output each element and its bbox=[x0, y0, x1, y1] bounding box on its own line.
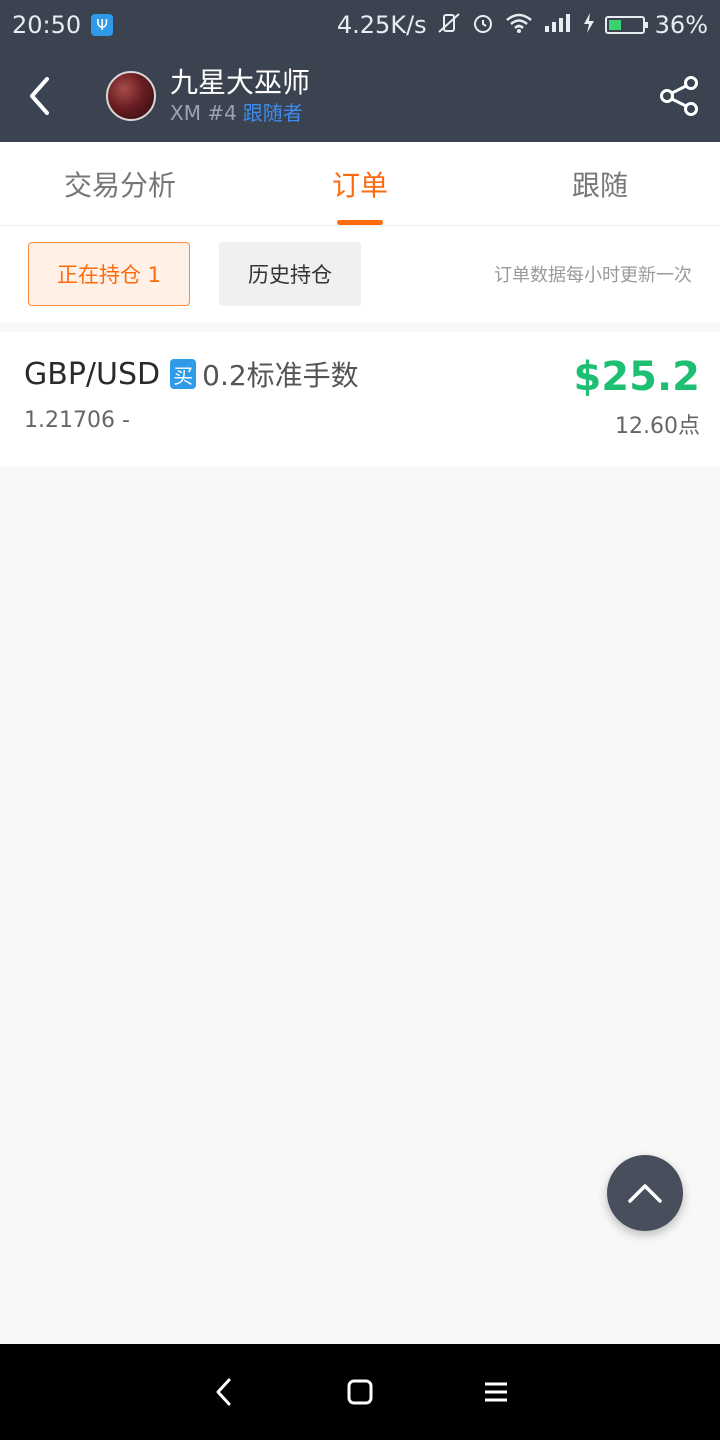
follower-link[interactable]: 跟随者 bbox=[243, 101, 303, 125]
trader-info: 九星大巫师 XM #4 跟随者 bbox=[170, 66, 310, 126]
page-title: 九星大巫师 bbox=[170, 66, 311, 99]
position-filter-bar: 正在持仓 1 历史持仓 订单数据每小时更新一次 bbox=[0, 226, 720, 322]
header: 九星大巫师 XM #4 跟随者 bbox=[0, 50, 720, 142]
tab-orders[interactable]: 订单 bbox=[240, 142, 480, 225]
chevron-up-icon bbox=[628, 1184, 662, 1203]
network-speed: 4.25K/s bbox=[336, 11, 427, 39]
chevron-left-icon bbox=[30, 77, 49, 115]
vibrate-off-icon bbox=[437, 12, 461, 39]
top-bar: 20:50 Ψ 4.25K/s 36% 九星大巫师 XM #4 跟随者 bbox=[0, 0, 720, 142]
order-header: GBP/USD 买 0.2标准手数 bbox=[24, 354, 359, 394]
update-note: 订单数据每小时更新一次 bbox=[494, 265, 692, 286]
alarm-icon bbox=[471, 11, 495, 40]
broker-label: XM #4 bbox=[170, 101, 237, 125]
open-positions-button[interactable]: 正在持仓 1 bbox=[28, 242, 190, 306]
status-time: 20:50 bbox=[12, 11, 82, 39]
scroll-top-button[interactable] bbox=[607, 1155, 683, 1231]
status-bar: 20:50 Ψ 4.25K/s 36% bbox=[0, 0, 720, 50]
nav-back-icon bbox=[216, 1378, 231, 1406]
signal-icon bbox=[543, 12, 573, 39]
history-positions-button[interactable]: 历史持仓 bbox=[219, 242, 361, 306]
battery-level bbox=[608, 20, 621, 30]
wifi-icon bbox=[505, 12, 533, 39]
usb-icon: Ψ bbox=[91, 14, 114, 36]
tab-bar: 交易分析 订单 跟随 bbox=[0, 142, 720, 226]
share-icon bbox=[660, 76, 698, 116]
battery-percent: 36% bbox=[654, 11, 708, 39]
back-button[interactable] bbox=[0, 50, 80, 142]
charging-icon bbox=[583, 12, 595, 38]
nav-home-icon bbox=[347, 1379, 373, 1405]
system-nav-bar bbox=[0, 1344, 720, 1440]
list-item[interactable]: GBP/USD 买 0.2标准手数 1.21706 - $25.2 12.60点 bbox=[0, 332, 720, 466]
currency-pair: GBP/USD bbox=[24, 356, 161, 392]
open-price: 1.21706 - bbox=[24, 408, 130, 433]
menu-icon bbox=[485, 1382, 507, 1402]
nav-back-button[interactable] bbox=[206, 1374, 242, 1410]
avatar[interactable] bbox=[106, 71, 156, 121]
tab-follow[interactable]: 跟随 bbox=[480, 142, 720, 225]
order-profit: $25.2 bbox=[573, 354, 700, 400]
buy-badge: 买 bbox=[170, 359, 197, 389]
nav-home-button[interactable] bbox=[342, 1374, 378, 1410]
share-button[interactable] bbox=[640, 50, 720, 142]
nav-menu-button[interactable] bbox=[478, 1374, 514, 1410]
order-lots: 0.2标准手数 bbox=[202, 359, 359, 392]
order-points: 12.60点 bbox=[615, 414, 700, 439]
tab-analysis[interactable]: 交易分析 bbox=[0, 142, 240, 225]
battery-icon bbox=[604, 16, 648, 34]
trader-subtitle: XM #4 跟随者 bbox=[170, 100, 310, 126]
